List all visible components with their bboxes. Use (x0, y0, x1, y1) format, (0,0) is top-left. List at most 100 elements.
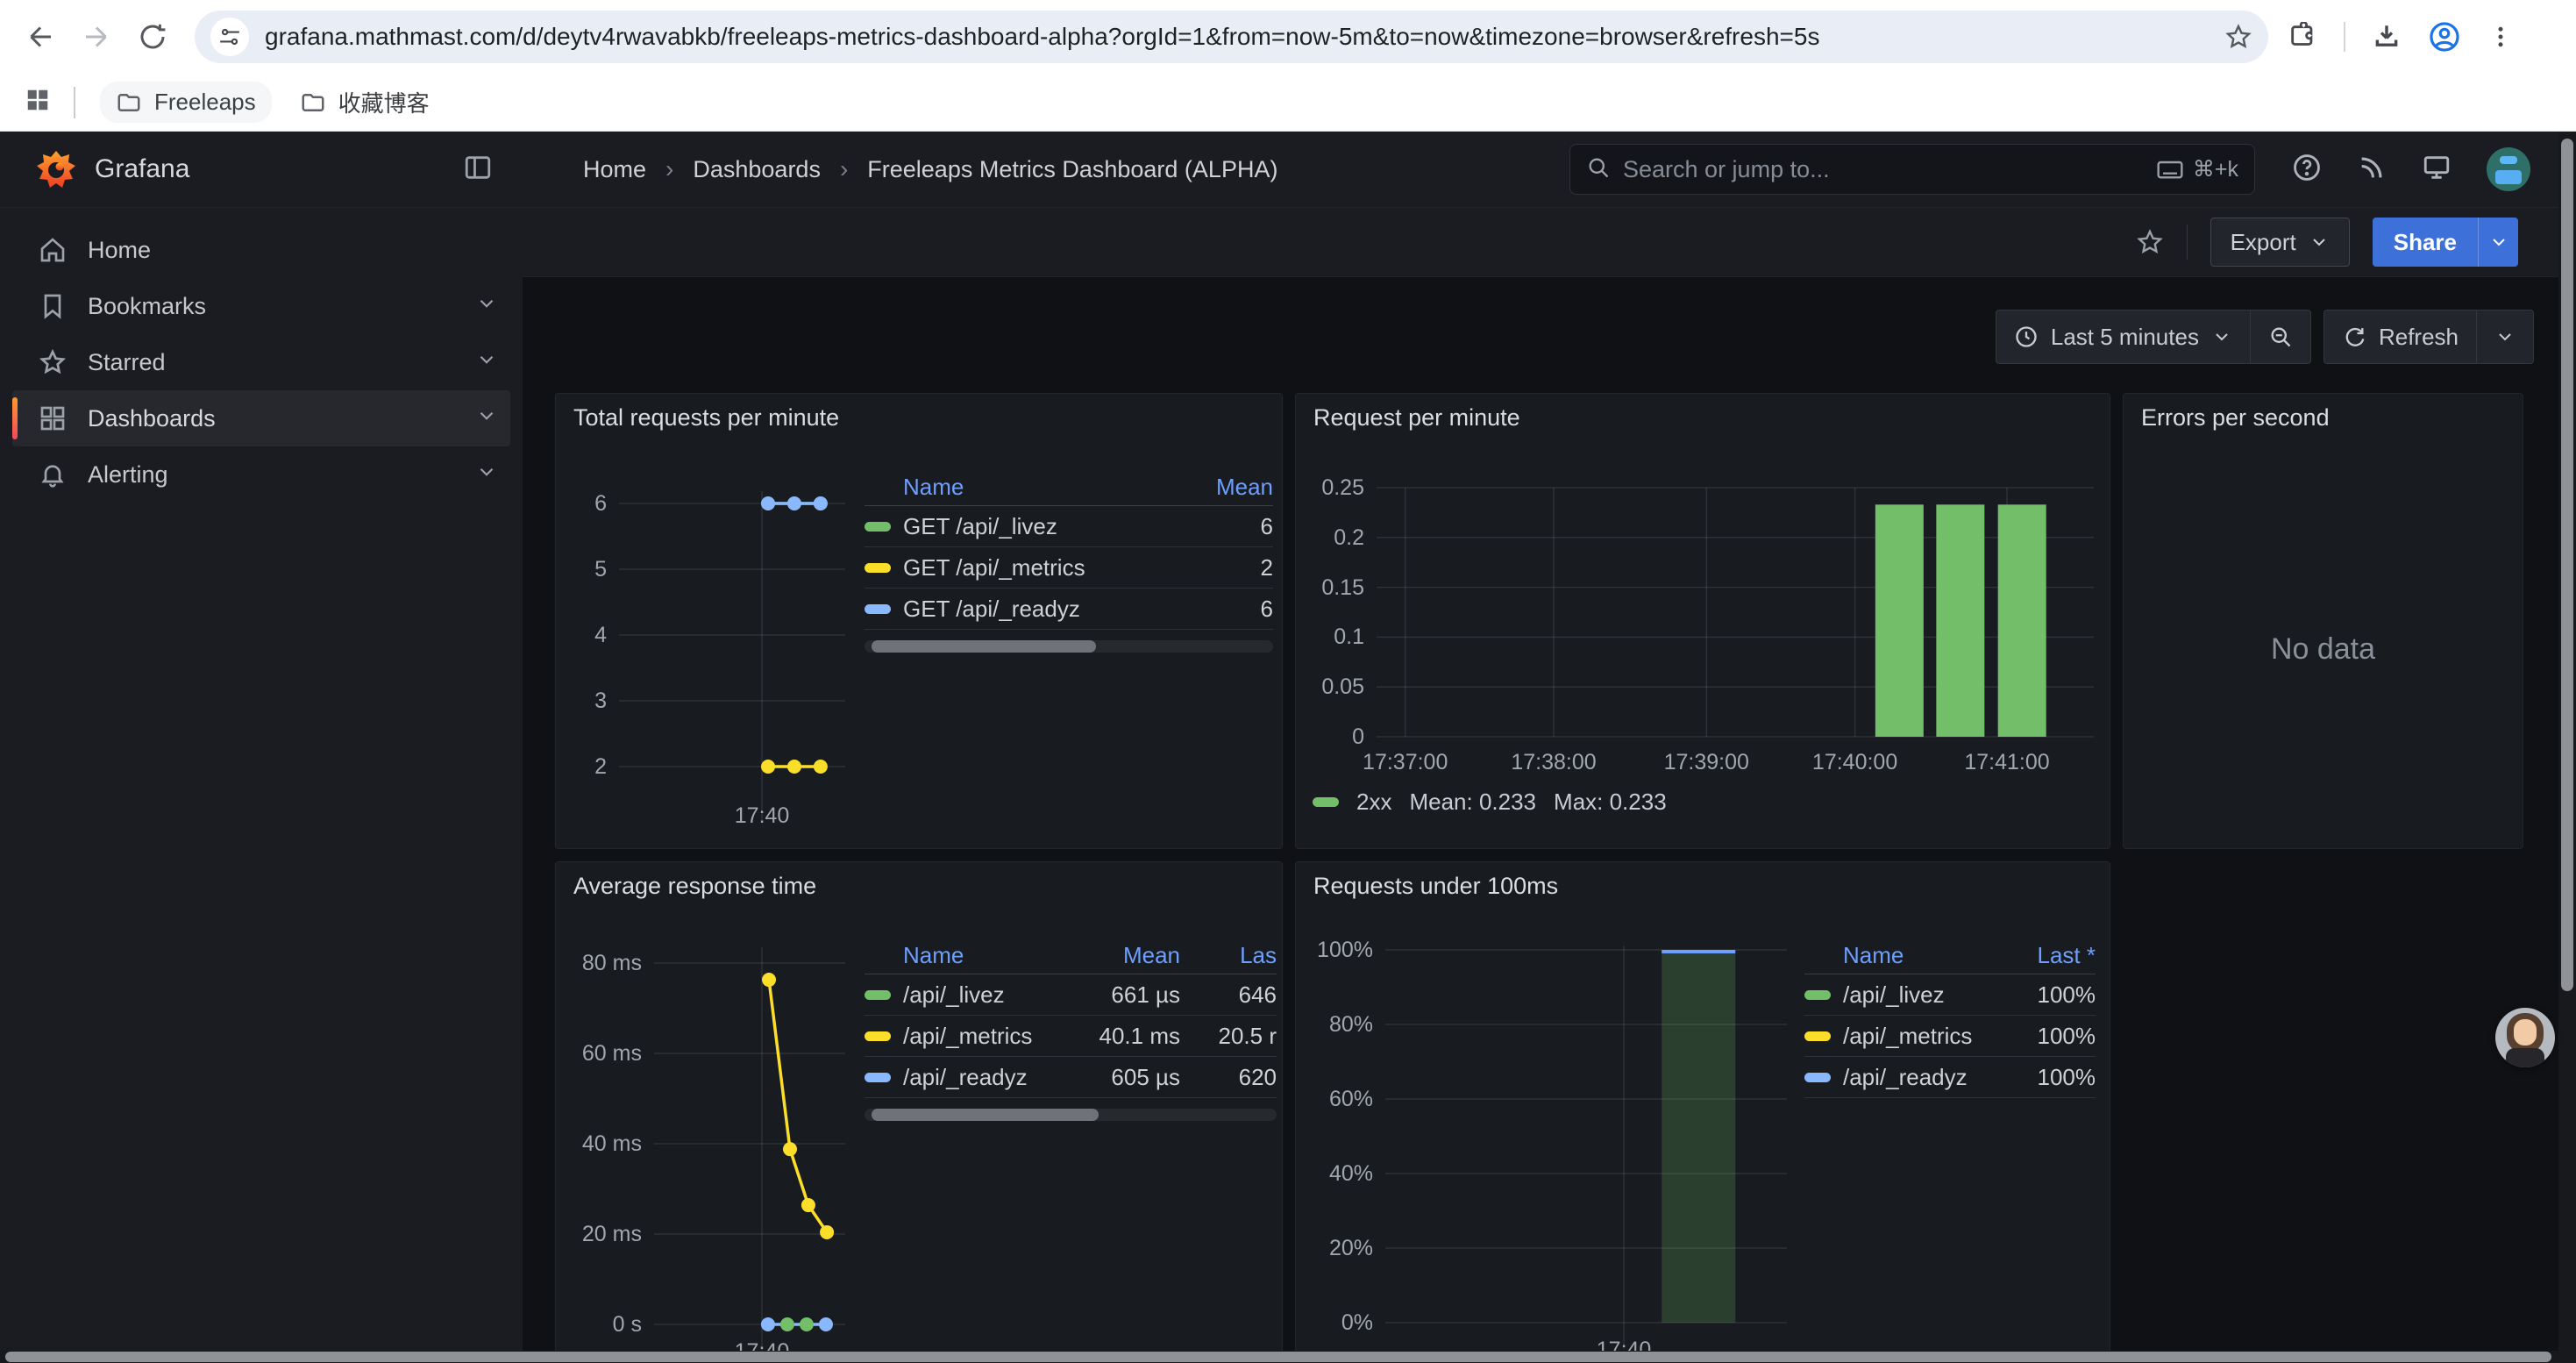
breadcrumb-dashboards[interactable]: Dashboards (693, 156, 821, 183)
site-settings-icon[interactable] (210, 18, 249, 56)
zoom-out-icon (2268, 325, 2293, 349)
chevron-down-icon[interactable] (475, 404, 498, 433)
sidebar-item-home[interactable]: Home (12, 222, 510, 278)
legend-row[interactable]: /api/_livez661 µs646 (865, 974, 1277, 1016)
data-point (800, 1317, 814, 1331)
url-text[interactable]: grafana.mathmast.com/d/deytv4rwavabkb/fr… (265, 23, 2214, 51)
series-color-pill (1804, 990, 1831, 1000)
chevron-down-icon[interactable] (475, 292, 498, 321)
bookmark-folder-blogs[interactable]: 收藏博客 (284, 79, 445, 125)
favorite-star-icon[interactable] (2136, 228, 2164, 256)
browser-menu-icon[interactable] (2487, 24, 2514, 50)
chart-legend[interactable]: 2xx Mean: 0.233 Max: 0.233 (1313, 789, 1667, 816)
legend-scrollbar-thumb[interactable] (872, 640, 1096, 653)
apps-grid-icon[interactable] (25, 87, 51, 118)
sidebar-item-bookmarks[interactable]: Bookmarks (12, 278, 510, 334)
panel-title[interactable]: Request per minute (1313, 404, 1520, 432)
data-point (801, 1198, 815, 1212)
sidebar-item-dashboards[interactable]: Dashboards (12, 390, 510, 446)
legend-mean: Mean: 0.233 (1409, 789, 1536, 816)
time-range-picker[interactable]: Last 5 minutes (1996, 310, 2251, 364)
refresh-button[interactable]: Refresh (2323, 310, 2477, 364)
export-button[interactable]: Export (2210, 218, 2350, 267)
user-avatar[interactable] (2487, 147, 2530, 191)
legend-series-name: GET /api/_readyz (903, 596, 1194, 623)
zoom-out-button[interactable] (2251, 310, 2311, 364)
legend-series-name[interactable]: 2xx (1356, 789, 1391, 816)
monitor-icon[interactable] (2422, 153, 2451, 187)
chevron-down-icon[interactable] (475, 460, 498, 489)
legend-header-row: NameMeanLas (865, 938, 1277, 974)
legend-row[interactable]: /api/_readyz100% (1804, 1057, 2096, 1098)
refresh-interval-button[interactable] (2477, 310, 2534, 364)
legend-col-header[interactable]: Name (1804, 942, 1990, 969)
chart-canvas (1296, 394, 2110, 848)
sidebar-menu: Home Bookmarks Starred Dashboards (0, 222, 523, 503)
url-bar[interactable]: grafana.mathmast.com/d/deytv4rwavabkb/fr… (195, 11, 2268, 63)
legend-row[interactable]: /api/_metrics100% (1804, 1016, 2096, 1057)
search-input[interactable]: Search or jump to... ⌘+k (1569, 144, 2255, 195)
series-color-pill (865, 1073, 891, 1082)
panel-title[interactable]: Errors per second (2141, 404, 2330, 432)
horizontal-scrollbar-thumb[interactable] (5, 1352, 2551, 1362)
legend-col-header[interactable]: Mean (1194, 474, 1273, 501)
panel-request-per-minute: Request per minute 0.250.20.150.10.05017… (1295, 393, 2110, 849)
share-button[interactable]: Share (2373, 218, 2478, 267)
dashboard-canvas: Last 5 minutes (523, 278, 2576, 1363)
vertical-scrollbar[interactable] (2558, 132, 2576, 1351)
legend-scrollbar-thumb[interactable] (872, 1109, 1099, 1121)
legend-table: NameLast * /api/_livez100%/api/_metrics10… (1804, 938, 2096, 1098)
legend-series-name: /api/_livez (1843, 981, 1990, 1009)
legend-col-header[interactable]: Name (865, 474, 1194, 501)
forward-icon[interactable] (68, 9, 125, 65)
bookmark-folder-freeleaps[interactable]: Freeleaps (100, 82, 272, 123)
panel-title[interactable]: Average response time (573, 873, 816, 900)
bar (1998, 504, 2046, 737)
legend-row[interactable]: /api/_readyz605 µs620 (865, 1057, 1277, 1098)
legend-col-header[interactable]: Name (865, 942, 1049, 969)
legend-row[interactable]: /api/_metrics40.1 ms20.5 r (865, 1016, 1277, 1057)
legend-scrollbar[interactable] (865, 640, 1273, 653)
horizontal-scrollbar[interactable] (0, 1351, 2576, 1363)
panel-title[interactable]: Requests under 100ms (1313, 873, 1558, 900)
legend-max: Max: 0.233 (1554, 789, 1667, 816)
legend-value: 40.1 ms (1049, 1023, 1180, 1050)
dashboard-toolbar: Export Share (523, 208, 2576, 277)
rss-icon[interactable] (2357, 153, 2387, 187)
back-icon[interactable] (12, 9, 68, 65)
breadcrumb-home[interactable]: Home (583, 156, 646, 183)
assistant-avatar-widget[interactable] (2495, 1008, 2555, 1067)
sidebar-item-alerting[interactable]: Alerting (12, 446, 510, 503)
bookmark-star-icon[interactable] (2224, 23, 2252, 51)
legend-row[interactable]: GET /api/_metrics2 (865, 547, 1273, 589)
profile-icon[interactable] (2428, 20, 2461, 54)
sidebar-toggle-icon[interactable] (463, 153, 493, 187)
panel-errors-per-second: Errors per second No data (2123, 393, 2523, 849)
panel-title[interactable]: Total requests per minute (573, 404, 839, 432)
legend-value: 6 (1194, 513, 1273, 540)
series-color-pill (865, 1031, 891, 1041)
download-icon[interactable] (2372, 22, 2402, 52)
legend-col-header[interactable]: Las (1180, 942, 1277, 969)
help-icon[interactable] (2292, 153, 2322, 187)
legend-row[interactable]: /api/_livez100% (1804, 974, 2096, 1016)
legend-row[interactable]: GET /api/_readyz6 (865, 589, 1273, 630)
extensions-icon[interactable] (2288, 22, 2317, 52)
toolbar-divider (2344, 22, 2345, 52)
sidebar-item-label: Alerting (88, 461, 475, 489)
share-menu-button[interactable] (2478, 218, 2518, 267)
sidebar-item-starred[interactable]: Starred (12, 334, 510, 390)
home-icon (39, 236, 67, 264)
reload-icon[interactable] (125, 9, 181, 65)
legend-value: 661 µs (1049, 981, 1180, 1009)
legend-scrollbar[interactable] (865, 1109, 1277, 1121)
vertical-scrollbar-thumb[interactable] (2561, 139, 2573, 991)
grafana-logo[interactable] (35, 148, 77, 190)
legend-row[interactable]: GET /api/_livez6 (865, 506, 1273, 547)
chevron-down-icon (2488, 232, 2509, 253)
legend-col-header[interactable]: Last * (1990, 942, 2096, 969)
star-icon (39, 348, 67, 376)
legend-col-header[interactable]: Mean (1049, 942, 1180, 969)
request-per-minute-chart[interactable]: 0.250.20.150.10.05017:37:0017:38:0017:39… (1296, 394, 2110, 848)
chevron-down-icon[interactable] (475, 348, 498, 377)
